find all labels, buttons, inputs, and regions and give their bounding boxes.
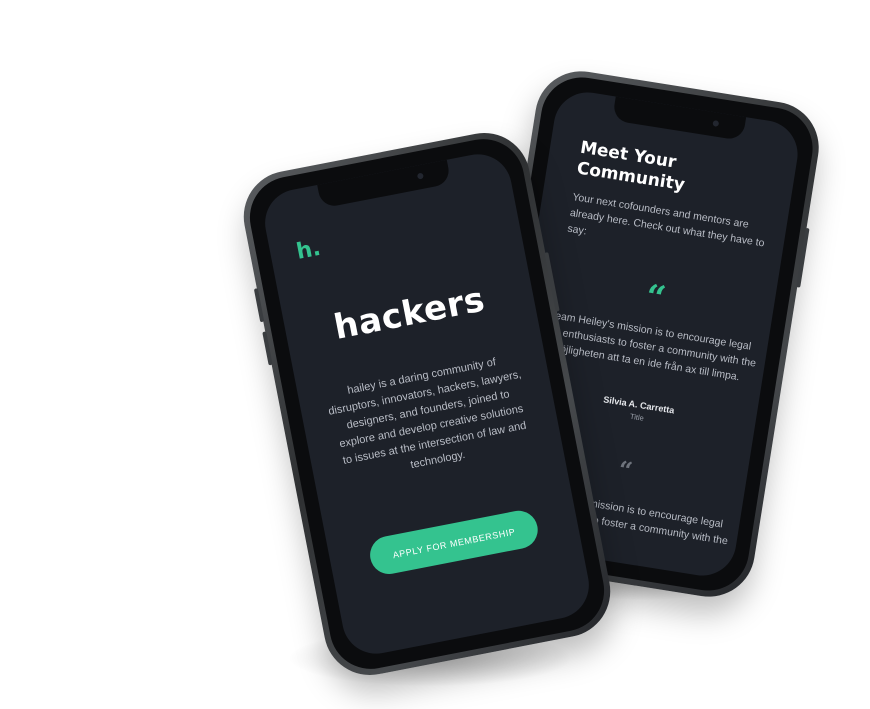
hero-description: hailey is a daring community of disrupto… bbox=[327, 356, 528, 472]
hero-headline: hackers bbox=[330, 279, 489, 348]
testimonial-text: Team Heiley's mission is to encourage le… bbox=[539, 308, 757, 384]
phone-front-volume-down bbox=[262, 331, 273, 366]
apply-for-membership-button[interactable]: APPLY FOR MEMBERSHIP bbox=[366, 507, 541, 578]
phone-front-volume-up bbox=[253, 288, 265, 323]
quote-icon: “ bbox=[642, 276, 669, 320]
hailey-logo[interactable]: h. bbox=[294, 236, 322, 265]
quote-icon-second: “ bbox=[616, 454, 635, 486]
